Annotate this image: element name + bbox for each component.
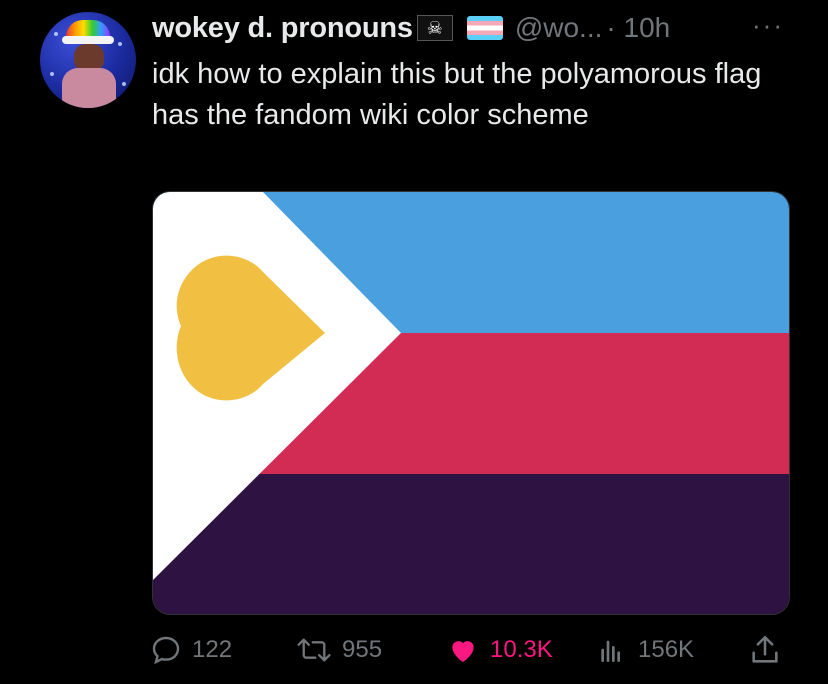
heart-icon [452, 641, 474, 662]
tweet-actions: 122 955 10.3K 156K [0, 630, 828, 670]
avatar-hat-rim [62, 36, 114, 44]
reply-count: 122 [192, 636, 233, 663]
views-icon [601, 640, 620, 662]
avatar-body [62, 68, 116, 108]
retweet-icon [297, 638, 331, 662]
trans-flag-icon [466, 16, 503, 40]
timestamp[interactable]: · 10h [606, 12, 670, 44]
avatar-sparkle [50, 72, 54, 76]
views-button[interactable]: 156K [596, 630, 694, 670]
avatar-sparkle [54, 32, 58, 36]
flag-purple-stripe [153, 474, 789, 614]
view-count: 156K [638, 636, 695, 663]
polyamorous-flag-image [153, 192, 789, 614]
tweet-text: idk how to explain this but the polyamor… [152, 58, 762, 131]
tweet-media[interactable] [152, 191, 790, 615]
retweet-button[interactable]: 955 [296, 630, 382, 670]
tweet-header: wokey d. pronouns ☠ @wo... · 10h [152, 12, 670, 44]
reply-button[interactable]: 122 [150, 630, 232, 670]
pirate-flag-icon: ☠ [416, 15, 453, 41]
user-handle[interactable]: @wo... [515, 12, 603, 44]
avatar[interactable] [40, 12, 136, 108]
more-options-icon[interactable]: ··· [752, 12, 784, 38]
retweet-count: 955 [342, 636, 383, 663]
share-icon [752, 635, 778, 663]
avatar-sparkle [118, 42, 122, 46]
share-button[interactable] [748, 630, 792, 670]
avatar-sparkle [122, 82, 126, 86]
reply-icon [152, 636, 180, 665]
like-button[interactable]: 10.3K [446, 630, 553, 670]
display-name[interactable]: wokey d. pronouns [152, 12, 413, 45]
like-count: 10.3K [490, 636, 553, 663]
